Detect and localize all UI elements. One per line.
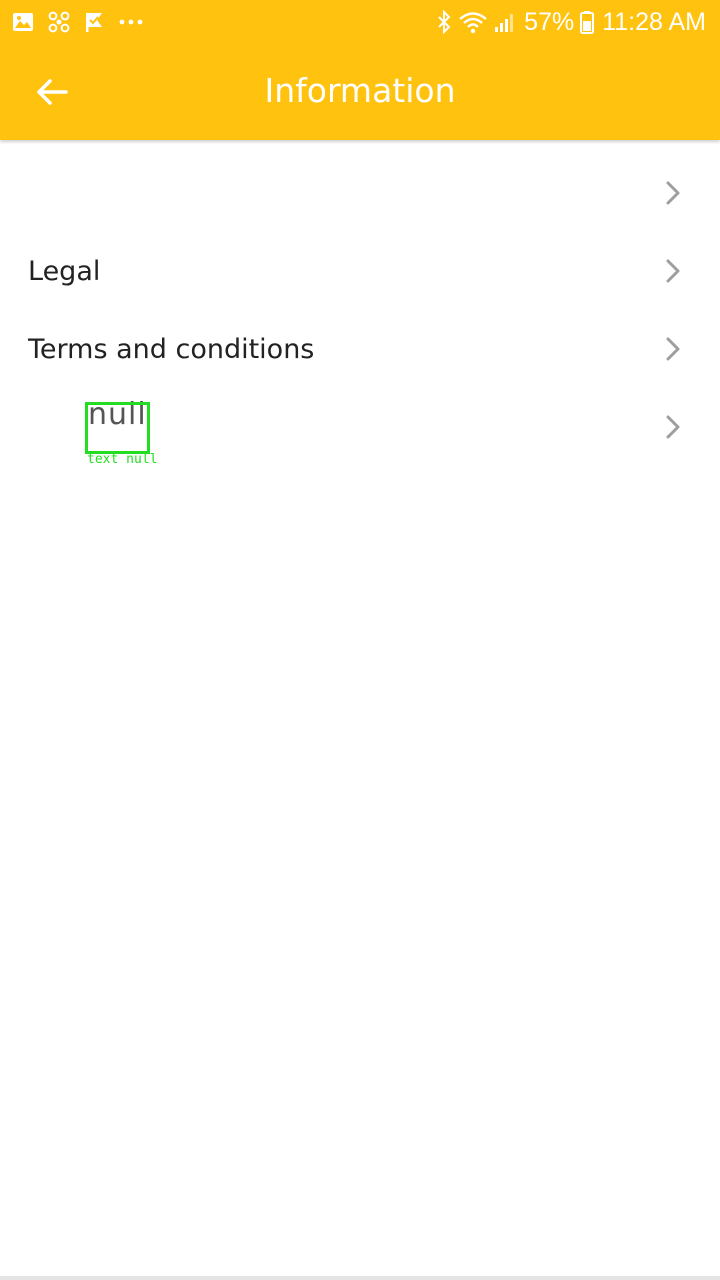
debug-caption: text null bbox=[87, 452, 158, 467]
back-button[interactable] bbox=[22, 64, 82, 120]
chevron-right-icon bbox=[666, 181, 680, 205]
menu-item-1[interactable] bbox=[0, 154, 720, 232]
bluetooth-icon bbox=[436, 10, 452, 34]
status-bar: 57% 11:28 AM bbox=[0, 0, 720, 44]
chevron-right-icon bbox=[666, 259, 680, 283]
menu-item-legal[interactable]: Legal bbox=[0, 232, 720, 310]
chevron-right-icon bbox=[666, 415, 680, 439]
cell-signal-icon bbox=[494, 11, 516, 33]
page-title: Information bbox=[264, 71, 456, 110]
bottom-divider bbox=[0, 1276, 720, 1280]
gallery-icon bbox=[12, 12, 34, 32]
battery-icon bbox=[580, 10, 595, 34]
status-left bbox=[12, 11, 158, 33]
menu-item-label: Legal bbox=[28, 255, 101, 287]
battery-percent: 57% bbox=[524, 7, 575, 36]
app-bar: Information bbox=[0, 44, 720, 140]
arrow-left-icon bbox=[37, 79, 68, 105]
menu-item-terms[interactable]: Terms and conditions bbox=[0, 310, 720, 388]
status-right: 57% 11:28 AM bbox=[430, 8, 706, 37]
clock: 11:28 AM bbox=[602, 7, 706, 36]
check-flag-icon bbox=[84, 11, 104, 33]
wifi-icon bbox=[458, 10, 488, 34]
chevron-right-icon bbox=[666, 337, 680, 361]
more-dots-icon bbox=[118, 18, 144, 26]
debug-highlight-box bbox=[85, 402, 150, 454]
menu-item-label: Terms and conditions bbox=[28, 333, 315, 365]
fan-icon bbox=[48, 11, 70, 33]
